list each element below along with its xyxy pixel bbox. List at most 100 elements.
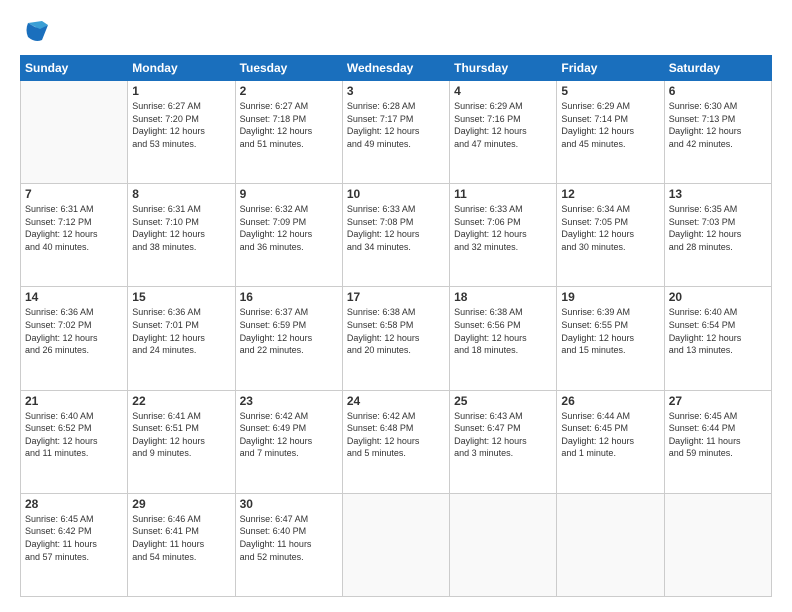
calendar-day-cell: 22 Sunrise: 6:41 AM Sunset: 6:51 PM Dayli…	[128, 390, 235, 493]
calendar-dow-thursday: Thursday	[450, 56, 557, 81]
day-number: 23	[240, 394, 338, 408]
day-number: 16	[240, 290, 338, 304]
day-number: 1	[132, 84, 230, 98]
calendar-week-row: 28 Sunrise: 6:45 AM Sunset: 6:42 PM Dayli…	[21, 493, 772, 596]
calendar-day-cell	[557, 493, 664, 596]
calendar-day-cell: 26Sunrise: 6:44 AM Sunset: 6:45 PM Dayli…	[557, 390, 664, 493]
day-number: 6	[669, 84, 767, 98]
day-number: 8	[132, 187, 230, 201]
day-number: 19	[561, 290, 659, 304]
calendar-day-cell	[21, 81, 128, 184]
day-info: Sunrise: 6:30 AM Sunset: 7:13 PM Dayligh…	[669, 100, 767, 150]
day-info: Sunrise: 6:38 AM Sunset: 6:58 PM Dayligh…	[347, 306, 445, 356]
calendar-day-cell: 13Sunrise: 6:35 AM Sunset: 7:03 PM Dayli…	[664, 184, 771, 287]
calendar-dow-monday: Monday	[128, 56, 235, 81]
day-number: 2	[240, 84, 338, 98]
day-info: Sunrise: 6:27 AM Sunset: 7:20 PM Dayligh…	[132, 100, 230, 150]
day-number: 15	[132, 290, 230, 304]
calendar-week-row: 1 Sunrise: 6:27 AM Sunset: 7:20 PM Daylig…	[21, 81, 772, 184]
calendar-day-cell: 29 Sunrise: 6:46 AM Sunset: 6:41 PM Dayli…	[128, 493, 235, 596]
calendar-day-cell: 5 Sunrise: 6:29 AM Sunset: 7:14 PM Daylig…	[557, 81, 664, 184]
calendar-day-cell: 3 Sunrise: 6:28 AM Sunset: 7:17 PM Daylig…	[342, 81, 449, 184]
day-info: Sunrise: 6:43 AM Sunset: 6:47 PM Dayligh…	[454, 410, 552, 460]
day-info: Sunrise: 6:32 AM Sunset: 7:09 PM Dayligh…	[240, 203, 338, 253]
day-info: Sunrise: 6:40 AM Sunset: 6:52 PM Dayligh…	[25, 410, 123, 460]
day-number: 17	[347, 290, 445, 304]
day-info: Sunrise: 6:27 AM Sunset: 7:18 PM Dayligh…	[240, 100, 338, 150]
day-info: Sunrise: 6:33 AM Sunset: 7:08 PM Dayligh…	[347, 203, 445, 253]
day-info: Sunrise: 6:37 AM Sunset: 6:59 PM Dayligh…	[240, 306, 338, 356]
day-info: Sunrise: 6:38 AM Sunset: 6:56 PM Dayligh…	[454, 306, 552, 356]
day-number: 5	[561, 84, 659, 98]
day-number: 22	[132, 394, 230, 408]
calendar-day-cell: 20Sunrise: 6:40 AM Sunset: 6:54 PM Dayli…	[664, 287, 771, 390]
calendar-day-cell: 25 Sunrise: 6:43 AM Sunset: 6:47 PM Dayli…	[450, 390, 557, 493]
day-number: 7	[25, 187, 123, 201]
day-number: 14	[25, 290, 123, 304]
day-number: 30	[240, 497, 338, 511]
day-info: Sunrise: 6:36 AM Sunset: 7:01 PM Dayligh…	[132, 306, 230, 356]
calendar-day-cell: 18 Sunrise: 6:38 AM Sunset: 6:56 PM Dayli…	[450, 287, 557, 390]
day-number: 13	[669, 187, 767, 201]
calendar-dow-tuesday: Tuesday	[235, 56, 342, 81]
day-info: Sunrise: 6:39 AM Sunset: 6:55 PM Dayligh…	[561, 306, 659, 356]
day-info: Sunrise: 6:45 AM Sunset: 6:42 PM Dayligh…	[25, 513, 123, 563]
day-info: Sunrise: 6:41 AM Sunset: 6:51 PM Dayligh…	[132, 410, 230, 460]
calendar-day-cell: 27 Sunrise: 6:45 AM Sunset: 6:44 PM Dayli…	[664, 390, 771, 493]
calendar-day-cell: 17 Sunrise: 6:38 AM Sunset: 6:58 PM Dayli…	[342, 287, 449, 390]
calendar-day-cell: 16 Sunrise: 6:37 AM Sunset: 6:59 PM Dayli…	[235, 287, 342, 390]
day-info: Sunrise: 6:29 AM Sunset: 7:14 PM Dayligh…	[561, 100, 659, 150]
day-number: 21	[25, 394, 123, 408]
day-info: Sunrise: 6:46 AM Sunset: 6:41 PM Dayligh…	[132, 513, 230, 563]
day-number: 10	[347, 187, 445, 201]
calendar-day-cell: 9 Sunrise: 6:32 AM Sunset: 7:09 PM Daylig…	[235, 184, 342, 287]
calendar-day-cell: 15 Sunrise: 6:36 AM Sunset: 7:01 PM Dayli…	[128, 287, 235, 390]
day-info: Sunrise: 6:34 AM Sunset: 7:05 PM Dayligh…	[561, 203, 659, 253]
calendar-day-cell: 24 Sunrise: 6:42 AM Sunset: 6:48 PM Dayli…	[342, 390, 449, 493]
day-number: 11	[454, 187, 552, 201]
calendar-dow-sunday: Sunday	[21, 56, 128, 81]
calendar-dow-saturday: Saturday	[664, 56, 771, 81]
calendar-day-cell: 12 Sunrise: 6:34 AM Sunset: 7:05 PM Dayli…	[557, 184, 664, 287]
calendar-day-cell	[450, 493, 557, 596]
calendar-dow-wednesday: Wednesday	[342, 56, 449, 81]
calendar-day-cell: 1 Sunrise: 6:27 AM Sunset: 7:20 PM Daylig…	[128, 81, 235, 184]
day-info: Sunrise: 6:40 AM Sunset: 6:54 PM Dayligh…	[669, 306, 767, 356]
day-number: 24	[347, 394, 445, 408]
calendar-day-cell: 30 Sunrise: 6:47 AM Sunset: 6:40 PM Dayli…	[235, 493, 342, 596]
calendar-dow-friday: Friday	[557, 56, 664, 81]
day-number: 29	[132, 497, 230, 511]
day-number: 28	[25, 497, 123, 511]
day-number: 18	[454, 290, 552, 304]
day-info: Sunrise: 6:42 AM Sunset: 6:48 PM Dayligh…	[347, 410, 445, 460]
day-number: 25	[454, 394, 552, 408]
calendar-day-cell: 7Sunrise: 6:31 AM Sunset: 7:12 PM Daylig…	[21, 184, 128, 287]
day-number: 27	[669, 394, 767, 408]
day-info: Sunrise: 6:36 AM Sunset: 7:02 PM Dayligh…	[25, 306, 123, 356]
day-info: Sunrise: 6:44 AM Sunset: 6:45 PM Dayligh…	[561, 410, 659, 460]
day-info: Sunrise: 6:47 AM Sunset: 6:40 PM Dayligh…	[240, 513, 338, 563]
day-number: 3	[347, 84, 445, 98]
page: SundayMondayTuesdayWednesdayThursdayFrid…	[0, 0, 792, 612]
calendar-table: SundayMondayTuesdayWednesdayThursdayFrid…	[20, 55, 772, 597]
day-number: 4	[454, 84, 552, 98]
calendar-week-row: 7Sunrise: 6:31 AM Sunset: 7:12 PM Daylig…	[21, 184, 772, 287]
calendar-day-cell: 8 Sunrise: 6:31 AM Sunset: 7:10 PM Daylig…	[128, 184, 235, 287]
calendar-day-cell: 23Sunrise: 6:42 AM Sunset: 6:49 PM Dayli…	[235, 390, 342, 493]
calendar-day-cell: 21 Sunrise: 6:40 AM Sunset: 6:52 PM Dayli…	[21, 390, 128, 493]
header	[20, 15, 772, 45]
day-info: Sunrise: 6:29 AM Sunset: 7:16 PM Dayligh…	[454, 100, 552, 150]
calendar-day-cell	[664, 493, 771, 596]
day-info: Sunrise: 6:45 AM Sunset: 6:44 PM Dayligh…	[669, 410, 767, 460]
day-info: Sunrise: 6:28 AM Sunset: 7:17 PM Dayligh…	[347, 100, 445, 150]
day-number: 12	[561, 187, 659, 201]
calendar-day-cell: 19 Sunrise: 6:39 AM Sunset: 6:55 PM Dayli…	[557, 287, 664, 390]
calendar-day-cell: 28 Sunrise: 6:45 AM Sunset: 6:42 PM Dayli…	[21, 493, 128, 596]
day-info: Sunrise: 6:31 AM Sunset: 7:10 PM Dayligh…	[132, 203, 230, 253]
day-info: Sunrise: 6:33 AM Sunset: 7:06 PM Dayligh…	[454, 203, 552, 253]
day-number: 9	[240, 187, 338, 201]
calendar-day-cell: 14 Sunrise: 6:36 AM Sunset: 7:02 PM Dayli…	[21, 287, 128, 390]
calendar-day-cell	[342, 493, 449, 596]
calendar-day-cell: 11 Sunrise: 6:33 AM Sunset: 7:06 PM Dayli…	[450, 184, 557, 287]
calendar-week-row: 14 Sunrise: 6:36 AM Sunset: 7:02 PM Dayli…	[21, 287, 772, 390]
